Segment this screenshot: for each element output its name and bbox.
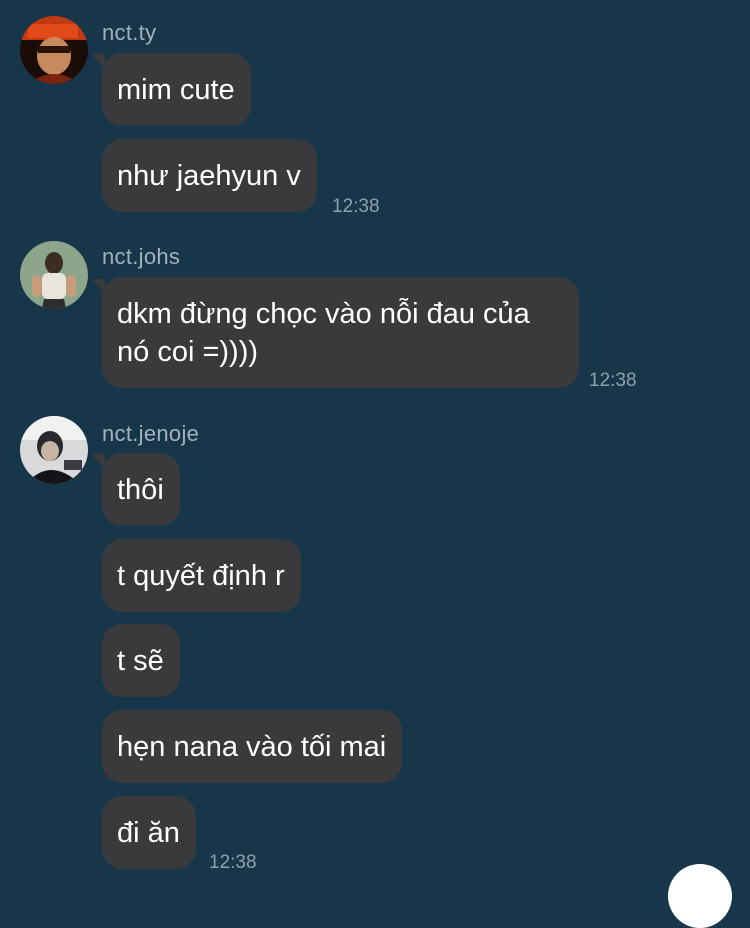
sender-name: nct.jenoje <box>102 421 200 446</box>
message-timestamp: 12:38 <box>589 370 637 391</box>
message-bubble[interactable]: mim cute <box>102 53 251 126</box>
message-timestamp: 12:38 <box>332 196 380 217</box>
message-bubble[interactable]: đi ăn <box>102 796 196 869</box>
message-bubble[interactable]: t sẽ <box>102 624 180 697</box>
message-bubble[interactable]: như jaehyun v <box>102 139 317 212</box>
message-bubble[interactable]: t quyết định r <box>102 539 301 612</box>
avatar-nct-jenoje[interactable] <box>20 416 88 484</box>
floating-action-button[interactable] <box>668 864 732 928</box>
avatar-nct-johs[interactable] <box>20 241 88 309</box>
message-timestamp: 12:38 <box>209 852 257 873</box>
message-bubble[interactable]: hẹn nana vào tối mai <box>102 710 403 783</box>
message-bubble[interactable]: dkm đừng chọc vào nỗi đau của nó coi =))… <box>102 277 579 388</box>
avatar-nct-ty[interactable] <box>20 16 88 84</box>
sender-name: nct.ty <box>102 20 157 45</box>
sender-name: nct.johs <box>102 244 181 269</box>
message-bubble[interactable]: thôi <box>102 453 180 526</box>
